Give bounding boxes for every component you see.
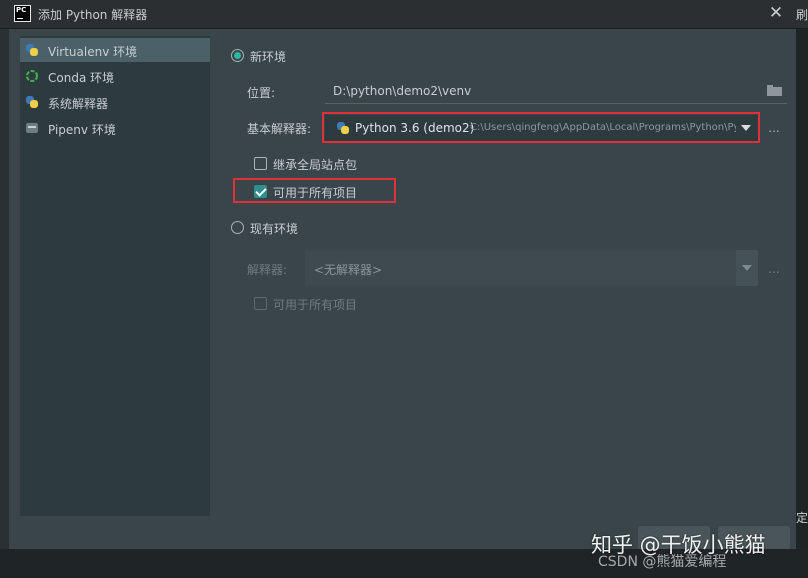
location-input[interactable]: D:\python\demo2\venv [325, 79, 787, 104]
title-bar: PC 添加 Python 解释器 ✕ [0, 0, 808, 29]
sidebar-item-pipenv[interactable]: Pipenv 环境 [20, 116, 210, 140]
python-icon [25, 43, 39, 57]
combo-arrow-box [736, 250, 758, 286]
existing-env-radio[interactable] [231, 221, 244, 234]
watermark-csdn: CSDN @熊猫爱编程 [598, 554, 727, 570]
window-title: 添加 Python 解释器 [38, 8, 148, 22]
interpreter-label: 解释器: [247, 263, 288, 277]
existing-env-label: 现有环境 [250, 222, 299, 236]
close-icon[interactable]: ✕ [766, 3, 786, 23]
sidebar-item-label: Pipenv 环境 [48, 123, 116, 137]
sidebar-item-label: Conda 环境 [48, 71, 115, 85]
existing-interpreter-select[interactable]: <无解释器> [305, 250, 758, 286]
sidebar-item-system-interpreter[interactable]: 系统解释器 [20, 90, 210, 114]
location-label: 位置: [247, 86, 276, 100]
sidebar-item-virtualenv[interactable]: Virtualenv 环境 [20, 38, 210, 62]
location-value: D:\python\demo2\venv [333, 84, 472, 98]
pycharm-logo-icon: PC [14, 5, 31, 22]
logo-text: PC [16, 6, 27, 14]
inherit-site-packages-checkbox[interactable] [254, 157, 267, 170]
base-interpreter-label: 基本解释器: [247, 122, 312, 136]
sidebar-item-conda[interactable]: Conda 环境 [20, 64, 210, 88]
background-edge-text-top: 刷 [796, 8, 808, 22]
sidebar-item-label: Virtualenv 环境 [48, 45, 138, 59]
existing-interpreter-browse-button[interactable]: ... [760, 256, 788, 282]
new-env-radio[interactable] [231, 49, 244, 62]
base-interpreter-browse-button[interactable]: ... [760, 115, 788, 141]
env-type-sidebar: Virtualenv 环境 Conda 环境 系统解释器 Pipenv 环境 [20, 36, 210, 516]
sidebar-item-label: 系统解释器 [48, 97, 109, 111]
highlight-box-interpreter [322, 112, 760, 143]
conda-icon [25, 69, 39, 83]
existing-available-all-projects-label: 可用于所有项目 [273, 298, 358, 312]
highlight-box-available [233, 178, 396, 203]
background-edge-text-bottom: 定 [796, 511, 808, 525]
background-editor-edge [0, 29, 9, 549]
chevron-down-icon [742, 265, 752, 271]
existing-interpreter-value: <无解释器> [314, 263, 383, 277]
existing-available-all-projects-checkbox[interactable] [254, 297, 267, 310]
inherit-site-packages-label: 继承全局站点包 [273, 158, 358, 172]
python-icon [25, 95, 39, 109]
pipenv-icon [25, 121, 39, 135]
new-env-label: 新环境 [250, 50, 287, 64]
folder-icon[interactable] [767, 85, 782, 96]
